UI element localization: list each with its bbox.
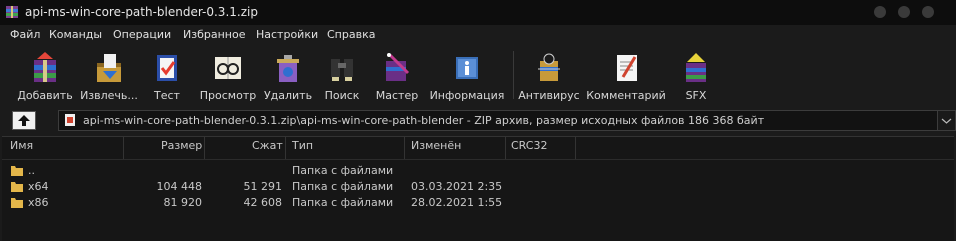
column-divider[interactable] <box>575 137 576 159</box>
address-text: api-ms-win-core-path-blender-0.3.1.zip\a… <box>83 114 765 127</box>
column-type[interactable]: Тип <box>292 139 313 157</box>
column-packed[interactable]: Сжат <box>252 139 283 157</box>
winrar-app-icon[interactable] <box>5 5 19 19</box>
folder-icon <box>11 166 23 176</box>
cell-modified: 03.03.2021 2:35 <box>411 180 503 193</box>
column-modified[interactable]: Изменён <box>411 139 461 157</box>
extract-label: Извлечь... <box>80 89 138 102</box>
wizard-label: Мастер <box>375 89 419 102</box>
column-divider[interactable] <box>505 137 506 159</box>
address-dropdown-button[interactable] <box>937 110 956 131</box>
chevron-down-icon <box>941 118 952 124</box>
sfx-button[interactable]: SFX <box>676 49 716 105</box>
view-button[interactable]: Просмотр <box>198 49 258 105</box>
test-icon <box>157 55 177 81</box>
menu-settings[interactable]: Настройки <box>256 28 318 41</box>
comment-button[interactable]: Комментарий <box>586 49 666 105</box>
menu-help[interactable]: Справка <box>327 28 375 41</box>
menu-bar: Файл Команды Операции Избранное Настройк… <box>0 25 956 45</box>
cell-name: x86 <box>28 196 49 209</box>
cell-packed: 42 608 <box>243 196 283 209</box>
menu-favorites[interactable]: Избранное <box>183 28 245 41</box>
find-label: Поиск <box>324 89 360 102</box>
table-row[interactable]: .. Папка с файлами <box>2 163 954 179</box>
cell-size: 104 448 <box>156 180 203 193</box>
cell-size: 81 920 <box>163 196 203 209</box>
comment-icon <box>617 55 637 81</box>
menu-commands[interactable]: Команды <box>49 28 102 41</box>
info-label: Информация <box>429 89 505 102</box>
test-button[interactable]: Тест <box>144 49 190 105</box>
folder-icon <box>11 198 23 208</box>
toolbar: Добавить Извлечь... Тест Просмотр Удалит… <box>0 45 956 107</box>
extract-button[interactable]: Извлечь... <box>78 49 140 105</box>
cell-type: Папка с файлами <box>292 196 394 209</box>
virus-scan-label: Антивирус <box>518 89 580 102</box>
sfx-label: SFX <box>685 89 707 102</box>
menu-operations[interactable]: Операции <box>113 28 171 41</box>
address-field[interactable]: api-ms-win-core-path-blender-0.3.1.zip\a… <box>58 110 940 131</box>
wizard-button[interactable]: Мастер <box>372 49 422 105</box>
delete-label: Удалить <box>263 89 313 102</box>
column-divider[interactable] <box>404 137 405 159</box>
folder-icon <box>11 182 23 192</box>
add-button[interactable]: Добавить <box>16 49 74 105</box>
cell-type: Папка с файлами <box>292 180 394 193</box>
file-list: Имя Размер Сжат Тип Изменён CRC32 .. Пап… <box>2 136 954 241</box>
add-label: Добавить <box>17 89 73 102</box>
column-header-row: Имя Размер Сжат Тип Изменён CRC32 <box>2 137 954 160</box>
column-divider[interactable] <box>204 137 205 159</box>
toolbar-separator <box>513 51 514 99</box>
comment-label: Комментарий <box>586 89 666 102</box>
cell-name: x64 <box>28 180 49 193</box>
find-icon <box>331 59 353 81</box>
table-row[interactable]: x64 104 448 51 291 Папка с файлами 03.03… <box>2 179 954 195</box>
column-name[interactable]: Имя <box>10 139 33 157</box>
info-button[interactable]: Информация <box>428 49 506 105</box>
cell-packed: 51 291 <box>243 180 283 193</box>
sfx-icon <box>686 53 706 82</box>
table-row[interactable]: x86 81 920 42 608 Папка с файлами 28.02.… <box>2 195 954 211</box>
delete-button[interactable]: Удалить <box>263 49 313 105</box>
test-label: Тест <box>154 89 180 102</box>
cell-type: Папка с файлами <box>292 164 394 177</box>
find-button[interactable]: Поиск <box>320 49 364 105</box>
cell-modified: 28.02.2021 1:55 <box>411 196 503 209</box>
column-size[interactable]: Размер <box>161 139 202 157</box>
title-bar: api-ms-win-core-path-blender-0.3.1.zip <box>0 0 956 25</box>
column-divider[interactable] <box>285 137 286 159</box>
window-title: api-ms-win-core-path-blender-0.3.1.zip <box>25 5 258 19</box>
add-archive-icon <box>34 52 56 82</box>
view-icon <box>215 57 241 79</box>
menu-file[interactable]: Файл <box>10 28 40 41</box>
extract-icon <box>97 54 121 82</box>
address-bar: api-ms-win-core-path-blender-0.3.1.zip\a… <box>0 108 956 132</box>
wizard-icon <box>386 53 410 81</box>
virus-scan-button[interactable]: Антивирус <box>518 49 580 105</box>
info-icon <box>456 57 478 79</box>
column-crc[interactable]: CRC32 <box>511 139 547 157</box>
delete-icon <box>277 55 299 82</box>
cell-name: .. <box>28 164 35 177</box>
minimize-button[interactable] <box>874 6 886 18</box>
close-button[interactable] <box>922 6 934 18</box>
zip-file-icon <box>65 114 75 126</box>
view-label: Просмотр <box>199 89 257 102</box>
virus-scan-icon <box>538 53 560 81</box>
maximize-button[interactable] <box>898 6 910 18</box>
up-arrow-icon <box>18 115 30 126</box>
column-divider[interactable] <box>123 137 124 159</box>
up-folder-button[interactable] <box>12 111 36 130</box>
